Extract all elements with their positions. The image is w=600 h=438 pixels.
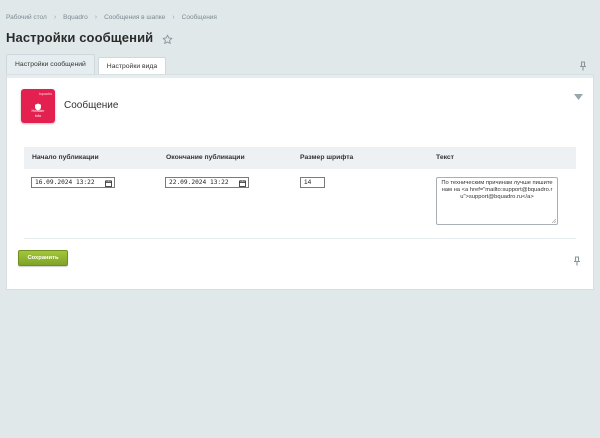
start-date-input[interactable]: 16.09.2024 13:22 — [31, 177, 115, 188]
pin-icon[interactable] — [573, 253, 581, 266]
module-icon-line2: info — [34, 113, 42, 118]
breadcrumb-item-messages[interactable]: Сообщения — [182, 14, 217, 21]
tab-view-settings[interactable]: Настройки вида — [97, 57, 167, 74]
breadcrumb-separator: › — [53, 14, 57, 21]
end-date-value: 22.09.2024 13:22 — [169, 179, 229, 186]
page-title: Настройки сообщений — [6, 30, 154, 45]
panel-header-band — [7, 75, 593, 78]
collapse-arrow-icon[interactable] — [574, 87, 583, 100]
column-header-font-size: Размер шрифта — [300, 154, 354, 161]
shield-icon — [34, 98, 42, 111]
tab-bar: Настройки сообщений Настройки вида — [6, 54, 169, 74]
settings-panel: bquadro Header info Сообщение Начало пуб… — [6, 74, 594, 290]
column-header-end: Окончание публикации — [166, 154, 245, 161]
tab-message-settings[interactable]: Настройки сообщений — [6, 54, 95, 74]
calendar-icon[interactable] — [239, 179, 246, 187]
save-button[interactable]: Сохранить — [18, 250, 68, 266]
pin-icon[interactable] — [579, 58, 587, 71]
message-text-value: По техническим причинам лучше пишите нам… — [441, 180, 553, 200]
breadcrumb-item-header-messages[interactable]: Сообщения в шапке — [104, 14, 165, 21]
module-icon: bquadro Header info — [21, 89, 55, 123]
resize-handle-icon[interactable] — [551, 218, 557, 224]
end-date-input[interactable]: 22.09.2024 13:22 — [165, 177, 249, 188]
font-size-input[interactable]: 14 — [300, 177, 325, 188]
message-text-area[interactable]: По техническим причинам лучше пишите нам… — [436, 177, 558, 225]
breadcrumb-item-bquadro[interactable]: Bquadro — [63, 14, 88, 21]
module-title: Сообщение — [64, 100, 119, 111]
breadcrumb-separator: › — [94, 14, 98, 21]
breadcrumb: Рабочий стол › Bquadro › Сообщения в шап… — [6, 14, 217, 21]
column-header-text: Текст — [436, 154, 455, 161]
font-size-value: 14 — [304, 179, 312, 186]
start-date-value: 16.09.2024 13:22 — [35, 179, 95, 186]
breadcrumb-separator: › — [172, 14, 175, 21]
column-header-start: Начало публикации — [32, 154, 99, 161]
module-icon-brand: bquadro — [39, 92, 52, 96]
star-icon[interactable] — [162, 32, 173, 44]
breadcrumb-item-desktop[interactable]: Рабочий стол — [6, 14, 47, 21]
page-title-row: Настройки сообщений — [6, 30, 173, 45]
calendar-icon[interactable] — [105, 179, 112, 187]
table-header: Начало публикации Окончание публикации Р… — [24, 147, 576, 169]
